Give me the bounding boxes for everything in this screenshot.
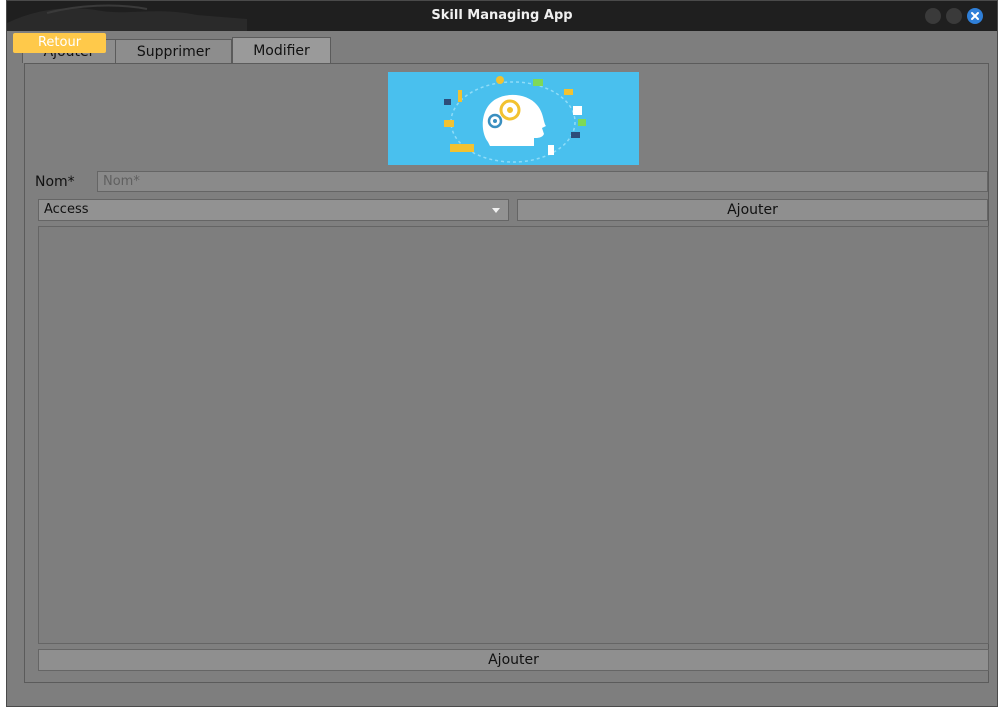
maximize-button[interactable]	[946, 8, 962, 24]
window-title: Skill Managing App	[431, 8, 573, 23]
nom-input[interactable]	[97, 171, 988, 192]
tab-modifier[interactable]: Modifier	[232, 37, 331, 63]
chevron-down-icon	[492, 208, 500, 213]
close-button[interactable]	[967, 8, 983, 24]
add-category-button[interactable]: Ajouter	[517, 199, 988, 221]
nom-label: Nom*	[35, 174, 75, 190]
add-skill-button[interactable]: Ajouter	[38, 649, 989, 671]
category-selected-value: Access	[44, 202, 89, 217]
minimize-button[interactable]	[925, 8, 941, 24]
brain-skills-illustration	[388, 72, 639, 165]
category-select[interactable]: Access	[38, 199, 509, 221]
tab-supprimer[interactable]: Supprimer	[115, 39, 232, 63]
skills-list[interactable]	[38, 226, 989, 644]
tab-panel: Nom* Access Ajouter Ajouter	[24, 63, 989, 683]
retour-button[interactable]: Retour	[13, 33, 106, 53]
close-icon	[971, 12, 979, 20]
title-bar[interactable]: Skill Managing App	[7, 1, 997, 31]
app-window: Skill Managing App Ajouter Supprimer Mod…	[6, 0, 998, 707]
